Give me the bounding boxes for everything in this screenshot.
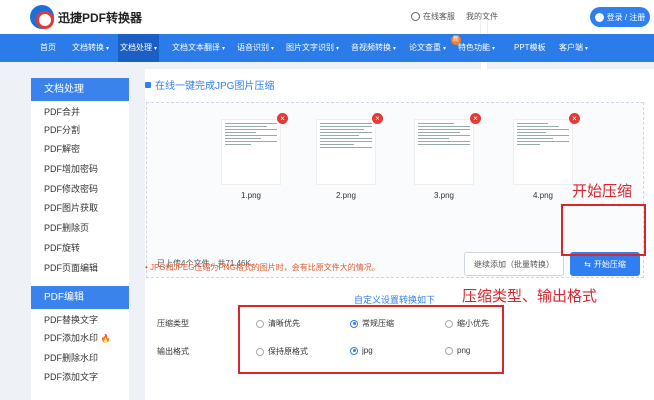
chevron-down-icon: ▾ <box>222 46 226 52</box>
delete-file-icon[interactable]: × <box>372 113 383 124</box>
file-thumbnail[interactable]: × 4.png <box>499 111 580 207</box>
sidebar-item-pdf-change-password[interactable]: PDF修改密码 <box>31 180 129 200</box>
chevron-down-icon: ▾ <box>443 46 447 52</box>
chevron-down-icon: ▾ <box>154 46 158 52</box>
nav-home[interactable]: 首页 <box>38 34 58 62</box>
chevron-down-icon: ▾ <box>393 46 397 52</box>
file-thumbnail[interactable]: × 2.png <box>302 111 383 207</box>
nav-av-convert[interactable]: 音视频转换 ▾ <box>349 34 398 62</box>
file-name: 1.png <box>240 191 262 200</box>
nav-client[interactable]: 客户端 ▾ <box>557 34 590 62</box>
delete-file-icon[interactable]: × <box>470 113 481 124</box>
chevron-down-icon: ▾ <box>271 46 275 52</box>
chevron-down-icon: ▾ <box>492 46 496 52</box>
chevron-down-icon: ▾ <box>336 46 340 52</box>
chevron-down-icon: ▾ <box>585 46 589 52</box>
nav-features[interactable]: 特色功能 ▾ <box>456 34 497 62</box>
start-compress-highlight-box <box>561 204 646 256</box>
nav-doc-convert[interactable]: 文档转换 ▾ <box>70 34 111 62</box>
sidebar-item-pdf-split[interactable]: PDF分割 <box>31 121 129 141</box>
sidebar-item-pdf-replace-text[interactable]: PDF替换文字 <box>31 309 129 329</box>
file-name: 3.png <box>433 191 455 200</box>
options-highlight-box <box>238 305 504 374</box>
section-marker-icon <box>145 81 151 88</box>
nav-doc-process[interactable]: 文档处理 ▾ <box>118 34 160 62</box>
file-thumbnail[interactable]: × 1.png <box>207 111 288 207</box>
sidebar-item-pdf-add-watermark[interactable]: PDF添加水印 🔥 <box>31 329 129 349</box>
format-note: • JPG和JPEG压缩为PNG格式的图片时，会有比原文件大的情况。 <box>145 263 380 272</box>
my-files-link[interactable]: 我的文件 <box>466 11 498 85</box>
sidebar-item-pdf-delete-page[interactable]: PDF删除页 <box>31 219 129 239</box>
hot-fire-icon: 🔥 <box>100 333 111 343</box>
nav-speech[interactable]: 语音识别 ▾ <box>235 34 276 62</box>
swap-arrows-icon: ⇆ <box>584 259 591 269</box>
sidebar-item-pdf-merge[interactable]: PDF合并 <box>31 101 129 121</box>
file-name: 4.png <box>532 191 554 200</box>
sidebar-item-pdf-page-edit[interactable]: PDF页面编辑 <box>31 259 129 279</box>
sidebar-group-title: 文档处理 <box>31 78 129 101</box>
sidebar-item-pdf-rotate[interactable]: PDF旋转 <box>31 239 129 259</box>
nav-plagiarism[interactable]: 论文查重 ▾ 新 <box>407 34 461 62</box>
nav-ppt[interactable]: PPT模板 <box>512 34 548 62</box>
nav-ocr[interactable]: 图片文字识别 ▾ <box>284 34 341 62</box>
brand-logo-icon[interactable] <box>30 5 54 29</box>
sidebar-item-pdf-add-text[interactable]: PDF添加文字 <box>31 368 129 388</box>
user-icon <box>594 12 604 22</box>
file-name: 2.png <box>335 191 357 200</box>
document-preview <box>414 119 474 185</box>
login-button[interactable]: 登录 / 注册 <box>590 7 650 27</box>
sidebar-item-pdf-remove-watermark[interactable]: PDF删除水印 <box>31 349 129 369</box>
top-header: 迅捷PDF转换器 在线客服 我的文件 登录 / 注册 <box>0 0 654 85</box>
chevron-down-icon: ▾ <box>106 46 110 52</box>
sidebar-item-pdf-add-password[interactable]: PDF增加密码 <box>31 160 129 180</box>
delete-file-icon[interactable]: × <box>569 113 580 124</box>
main-nav: 首页 文档转换 ▾ 文档处理 ▾ 文档文本翻译 ▾ 语音识别 ▾ 图片文字识别 ▾ 音视频… <box>0 34 654 62</box>
document-preview <box>221 119 281 185</box>
compress-type-label: 压缩类型 <box>157 319 189 328</box>
document-preview <box>316 119 376 185</box>
page-title: 在线一键完成JPG图片压缩 <box>145 77 274 92</box>
delete-file-icon[interactable]: × <box>277 113 288 124</box>
headset-icon <box>411 12 420 21</box>
annotation-start-compress: 开始压缩 <box>572 183 633 200</box>
annotation-type-format: 压缩类型、输出格式 <box>462 288 598 305</box>
start-compress-label: 开始压缩 <box>593 259 626 269</box>
output-format-label: 输出格式 <box>157 347 189 356</box>
nav-doc-translate[interactable]: 文档文本翻译 ▾ <box>170 34 227 62</box>
customer-service-label: 在线客服 <box>423 12 455 21</box>
continue-add-button[interactable]: 继续添加（批量转换） <box>464 252 564 276</box>
document-preview <box>513 119 573 185</box>
login-label: 登录 / 注册 <box>606 12 646 22</box>
brand-name[interactable]: 迅捷PDF转换器 <box>58 9 142 26</box>
customer-service-link[interactable]: 在线客服 <box>411 11 455 22</box>
sidebar-item-pdf-decrypt[interactable]: PDF解密 <box>31 140 129 160</box>
sidebar-item-pdf-extract-images[interactable]: PDF图片获取 <box>31 199 129 219</box>
sidebar: 文档处理 PDF合并 PDF分割 PDF解密 PDF增加密码 PDF修改密码 P… <box>31 78 129 400</box>
sidebar-group-title: PDF编辑 <box>31 286 129 310</box>
file-thumbnail[interactable]: × 3.png <box>400 111 481 207</box>
